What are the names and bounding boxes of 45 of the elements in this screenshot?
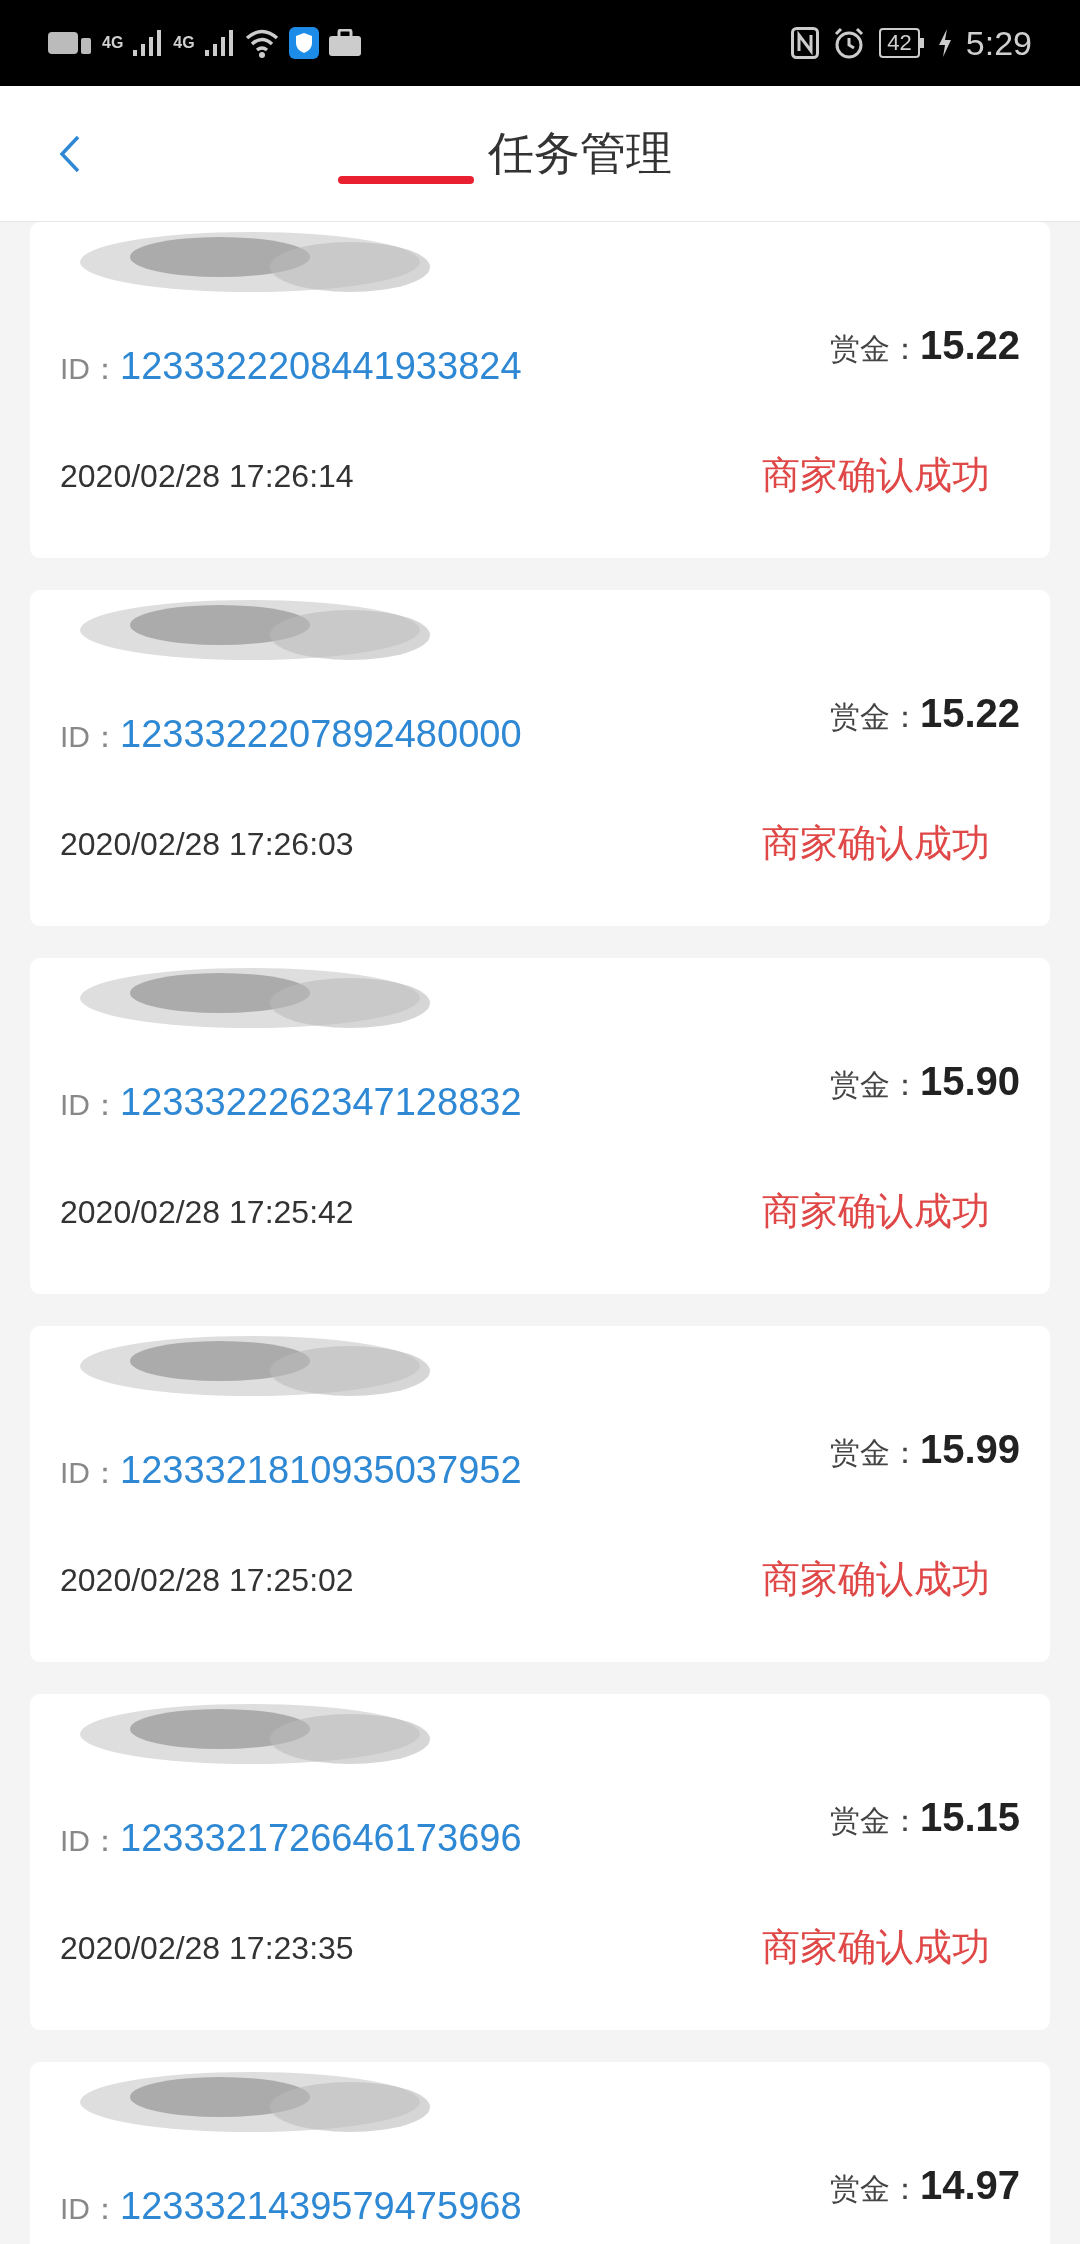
network-label: 4G (173, 33, 195, 53)
task-status: 商家确认成功 (762, 453, 990, 498)
reward-label: 赏金： (829, 330, 920, 367)
reward-amount: 15.22 (919, 689, 1020, 737)
page-title: 任务管理 (488, 126, 672, 181)
task-id: 1233321810935037952 (120, 1448, 522, 1493)
task-time: 2020/02/28 17:23:35 (60, 1928, 354, 1968)
id-label: ID： (60, 2191, 120, 2227)
task-status: 商家确认成功 (762, 1189, 990, 1234)
task-card[interactable]: ID：1233322208441933824 赏金：15.22 2020/02/28 17:26:14 商家确认成功 (30, 222, 1050, 558)
id-label: ID： (60, 1087, 120, 1123)
network-label: 4G (102, 33, 124, 53)
task-card[interactable]: ID：1233322262347128832 赏金：15.90 2020/02/28 17:25:42 商家确认成功 (30, 958, 1050, 1294)
id-label: ID： (60, 1455, 120, 1491)
reward-amount: 15.90 (919, 1057, 1020, 1105)
task-status: 商家确认成功 (762, 1557, 990, 1602)
reward-amount: 15.15 (919, 1793, 1020, 1841)
task-time: 2020/02/28 17:26:03 (60, 824, 354, 864)
reward-label: 赏金： (829, 1066, 920, 1103)
battery-indicator: 42 (879, 28, 924, 58)
task-id: 1233322207892480000 (120, 712, 522, 757)
id-label: ID： (60, 351, 120, 387)
task-card[interactable]: ID：1233321810935037952 赏金：15.99 2020/02/28 17:25:02 商家确认成功 (30, 1326, 1050, 1662)
task-card[interactable]: ID：1233321726646173696 赏金：15.15 2020/02/28 17:23:35 商家确认成功 (30, 1694, 1050, 2030)
reward-amount: 14.97 (919, 2161, 1020, 2209)
clock-time: 5:29 (965, 22, 1032, 64)
reward-amount: 15.22 (919, 321, 1020, 369)
task-status: 商家确认成功 (762, 1925, 990, 1970)
task-id: 1233322262347128832 (120, 1080, 522, 1125)
task-time: 2020/02/28 17:25:02 (60, 1560, 354, 1600)
task-time: 2020/02/28 17:25:42 (60, 1192, 354, 1232)
id-label: ID： (60, 719, 120, 755)
reward-amount: 15.99 (919, 1425, 1020, 1473)
task-time: 2020/02/28 17:26:14 (60, 456, 354, 496)
reward-label: 赏金： (829, 2170, 920, 2207)
task-status: 商家确认成功 (762, 821, 990, 866)
task-card[interactable]: ID：1233321439579475968 赏金：14.97 (30, 2062, 1050, 2244)
task-card[interactable]: ID：1233322207892480000 赏金：15.22 2020/02/28 17:26:03 商家确认成功 (30, 590, 1050, 926)
reward-label: 赏金： (829, 1434, 920, 1471)
reward-label: 赏金： (829, 1802, 920, 1839)
reward-label: 赏金： (829, 698, 920, 735)
task-id: 1233321439579475968 (120, 2184, 522, 2229)
task-id: 1233321726646173696 (120, 1816, 522, 1861)
task-id: 1233322208441933824 (120, 344, 522, 389)
id-label: ID： (60, 1823, 120, 1859)
